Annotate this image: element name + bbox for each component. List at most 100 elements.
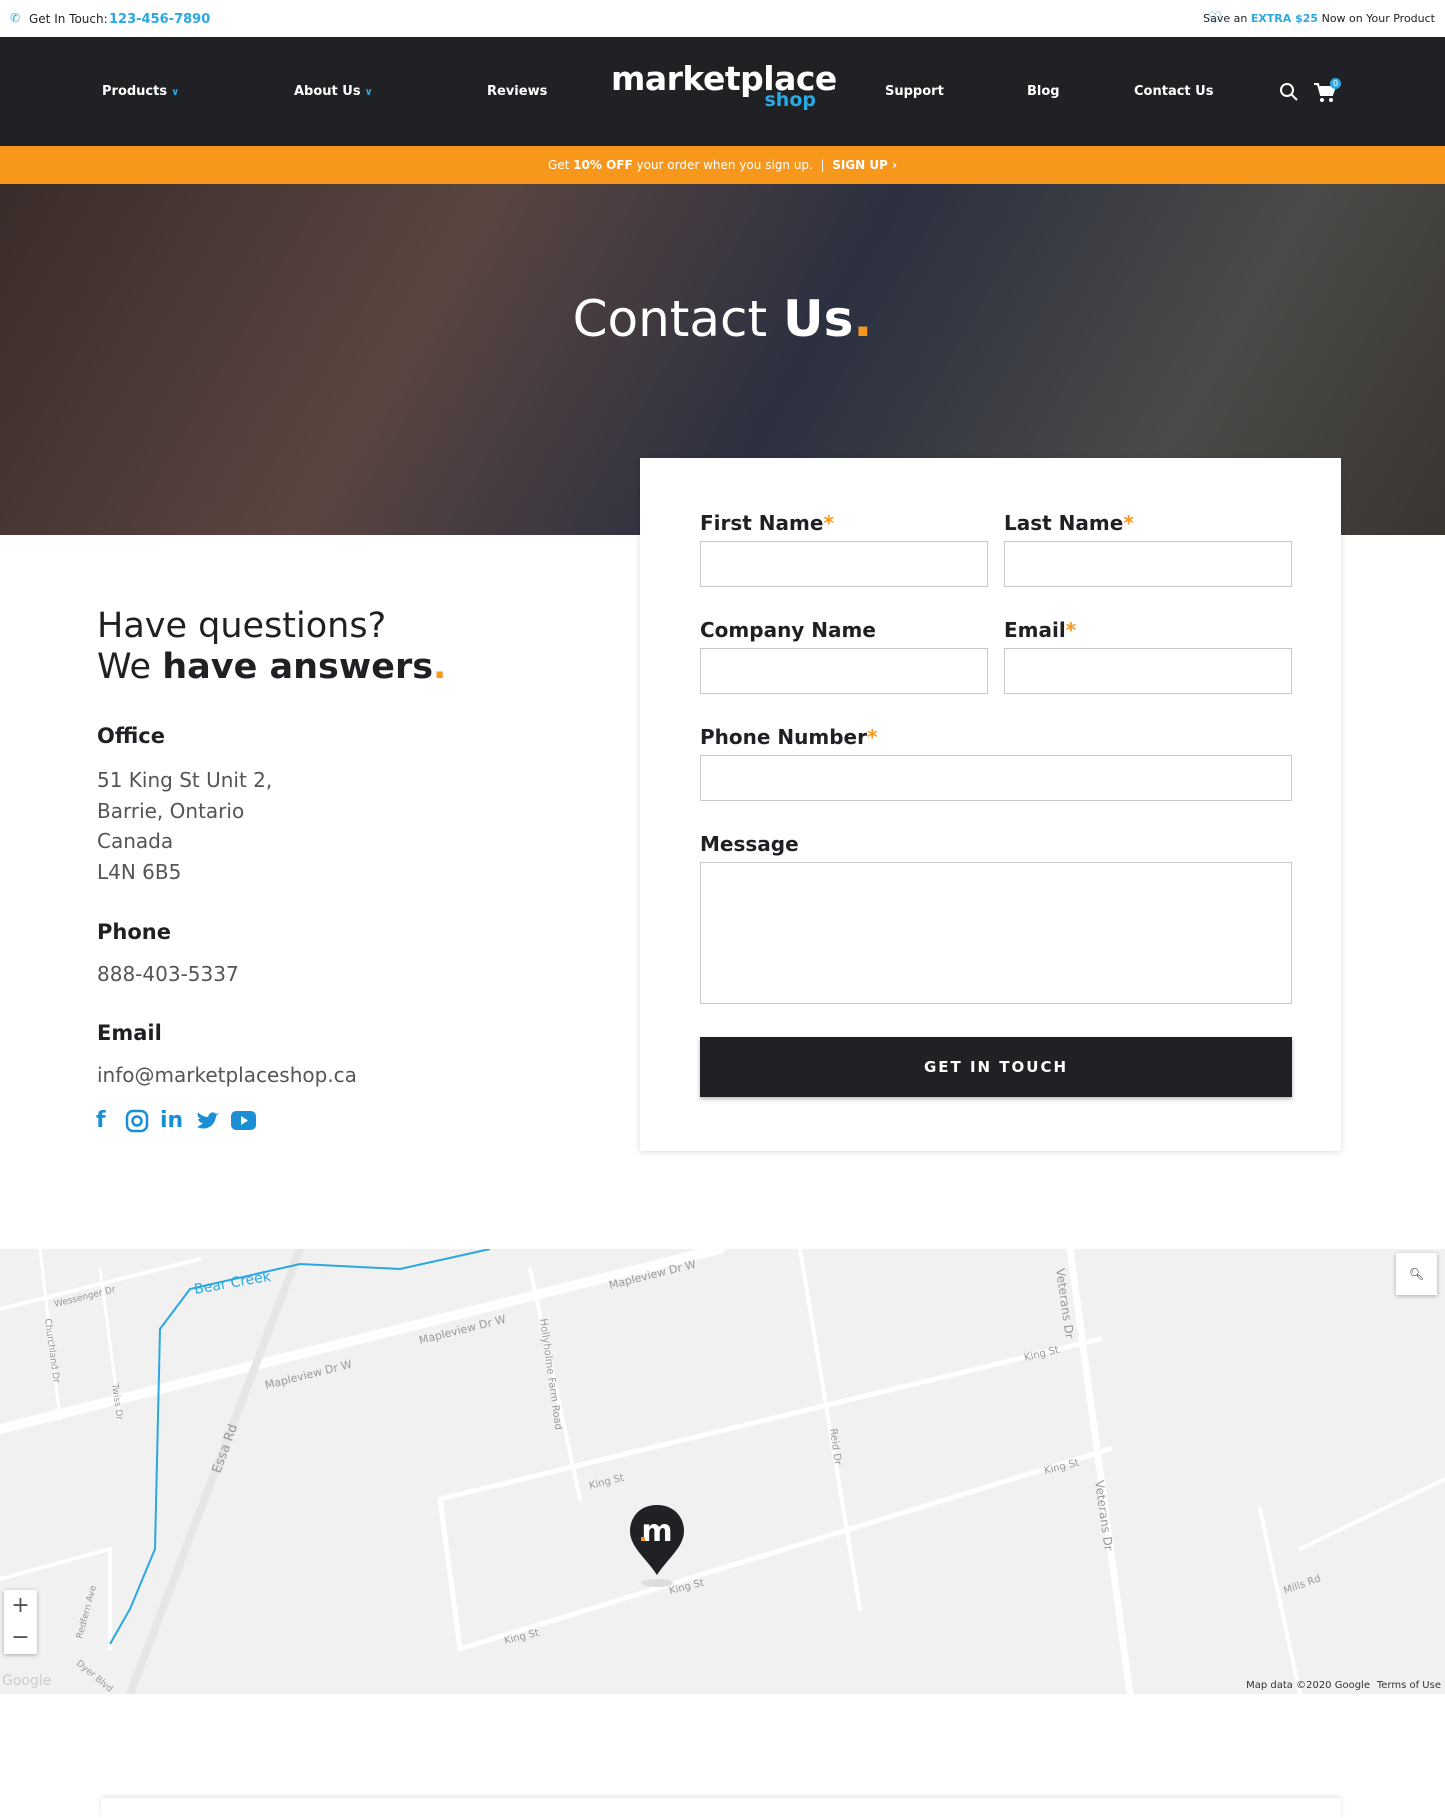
nav-label: About Us [294,84,361,99]
phone-icon: ✆ [10,11,21,25]
first-name-input[interactable] [700,541,988,587]
creek-line [109,1249,491,1645]
email-label: Email* [1004,618,1076,642]
street-label: King St [588,1473,625,1492]
office-address: 51 King St Unit 2, Barrie, Ontario Canad… [97,765,272,887]
top-phone-link[interactable]: 123-456-7890 [109,12,210,27]
street-label: Essa Rd [210,1422,242,1475]
phone-title: Phone [97,920,171,944]
sign-up-link[interactable]: SIGN UP › [832,158,897,172]
street-label: Hollyholme Farm Road [537,1318,564,1431]
svg-text:m: m [641,1514,672,1549]
chevron-down-icon: ∨ [364,87,373,98]
company-label: Company Name [700,618,876,642]
creek-label: Bear Creek [193,1269,273,1298]
bottom-card [101,1798,1341,1818]
nav-reviews[interactable]: Reviews [487,84,547,99]
twitter-icon[interactable] [196,1111,220,1131]
linkedin-icon[interactable]: in [160,1108,183,1133]
chevron-down-icon: ∨ [171,87,180,98]
address-line: L4N 6B5 [97,859,182,884]
title-bold: Us [783,290,854,348]
email-link[interactable]: info@marketplaceshop.ca [97,1060,357,1091]
promo-text: Get [547,158,570,172]
cart-count-badge: 0 [1330,78,1341,89]
promo-separator: | [820,158,825,172]
label-text: Email [1004,618,1066,642]
street-label: Reid Dr [827,1428,843,1467]
nav-contact-us[interactable]: Contact Us [1134,84,1213,99]
office-title: Office [97,724,165,748]
label-text: First Name [700,511,824,535]
nav-label: Products [102,84,168,99]
page-title: Contact Us. [0,290,1445,348]
contact-label: Get In Touch: [29,12,108,26]
map[interactable]: Mapleview Dr W Mapleview Dr W Mapleview … [0,1249,1445,1694]
street-label: King St [1023,1345,1060,1364]
search-icon[interactable] [1279,82,1299,102]
promo-highlight: EXTRA $25 [1250,12,1319,25]
street-label: Redfern Ave [75,1584,99,1640]
required-mark: * [1065,618,1077,642]
last-name-input[interactable] [1004,541,1292,587]
label-text: Last Name [1004,511,1124,535]
heading-bold: have answers [162,647,434,687]
last-name-label: Last Name* [1004,511,1134,535]
nav-products[interactable]: Products ∨ [102,84,179,99]
street-label: Churchland Dr [42,1318,61,1384]
heading-light: We [97,647,152,687]
sign-up-label: SIGN UP [832,158,888,172]
heading-line-2: We have answers. [97,647,446,688]
company-input[interactable] [700,648,988,694]
title-dot: . [853,290,873,348]
label-text: Phone Number [700,725,867,749]
phone-number[interactable]: 888-403-5337 [97,959,239,990]
nav-about-us[interactable]: About Us ∨ [294,84,373,99]
map-roads: Mapleview Dr W Mapleview Dr W Mapleview … [0,1249,1445,1694]
map-zoom-controls: + − [4,1590,37,1654]
promo-text-suffix: your order when you sign up. [636,158,813,172]
google-logo: Google [2,1673,52,1689]
heading-dot: . [433,647,447,687]
street-label: Veterans Dr [1092,1479,1116,1551]
logo[interactable]: marketplace shop [611,59,837,111]
map-search-icon[interactable]: 🔍︎ [1396,1253,1437,1295]
email-input[interactable] [1004,648,1292,694]
instagram-icon[interactable] [125,1109,149,1133]
street-label: Mills Rd [1282,1573,1322,1597]
promo-prefix: Save an [1203,12,1248,25]
required-mark: * [866,725,878,749]
zoom-out-button[interactable]: − [4,1622,37,1654]
info-heading: Have questions? We have answers. [97,606,446,688]
facebook-icon[interactable]: f [96,1108,106,1133]
get-in-touch-button[interactable]: GET IN TOUCH [700,1037,1292,1097]
terms-link[interactable]: Terms of Use [1377,1680,1441,1691]
promo-banner: Get 10% OFF your order when you sign up.… [0,146,1445,184]
phone-input[interactable] [700,755,1292,801]
map-pin-icon[interactable]: m [626,1503,690,1603]
nav-blog[interactable]: Blog [1027,84,1060,99]
title-light: Contact [572,290,768,348]
youtube-icon[interactable] [231,1111,256,1130]
phone-label: Phone Number* [700,725,877,749]
required-mark: * [823,511,834,535]
nav-support[interactable]: Support [885,84,944,99]
map-attribution: Map data ©2020 Google [1246,1680,1370,1691]
street-label: King St [1043,1458,1080,1477]
street-label: Dyer Blvd [74,1659,114,1694]
zoom-in-button[interactable]: + [4,1590,37,1622]
address-line: Canada [97,829,174,853]
promo-suffix: Now on Your Product [1321,12,1435,25]
main-nav: Products ∨ About Us ∨ Reviews marketplace … [0,37,1445,146]
top-promo: Save an EXTRA $25 Now on Your Product [1203,12,1435,25]
heading-line-1: Have questions? [97,606,387,646]
required-mark: * [1123,511,1134,535]
message-label: Message [700,832,799,856]
email-title: Email [97,1021,162,1045]
top-bar: ✆ Get In Touch: 123-456-7890 ♡ Save an E… [0,0,1445,37]
address-line: 51 King St Unit 2, [97,768,273,792]
message-textarea[interactable] [700,862,1292,1004]
promo-bold: 10% OFF [573,158,633,172]
first-name-label: First Name* [700,511,834,535]
address-line: Barrie, Ontario [97,798,245,823]
